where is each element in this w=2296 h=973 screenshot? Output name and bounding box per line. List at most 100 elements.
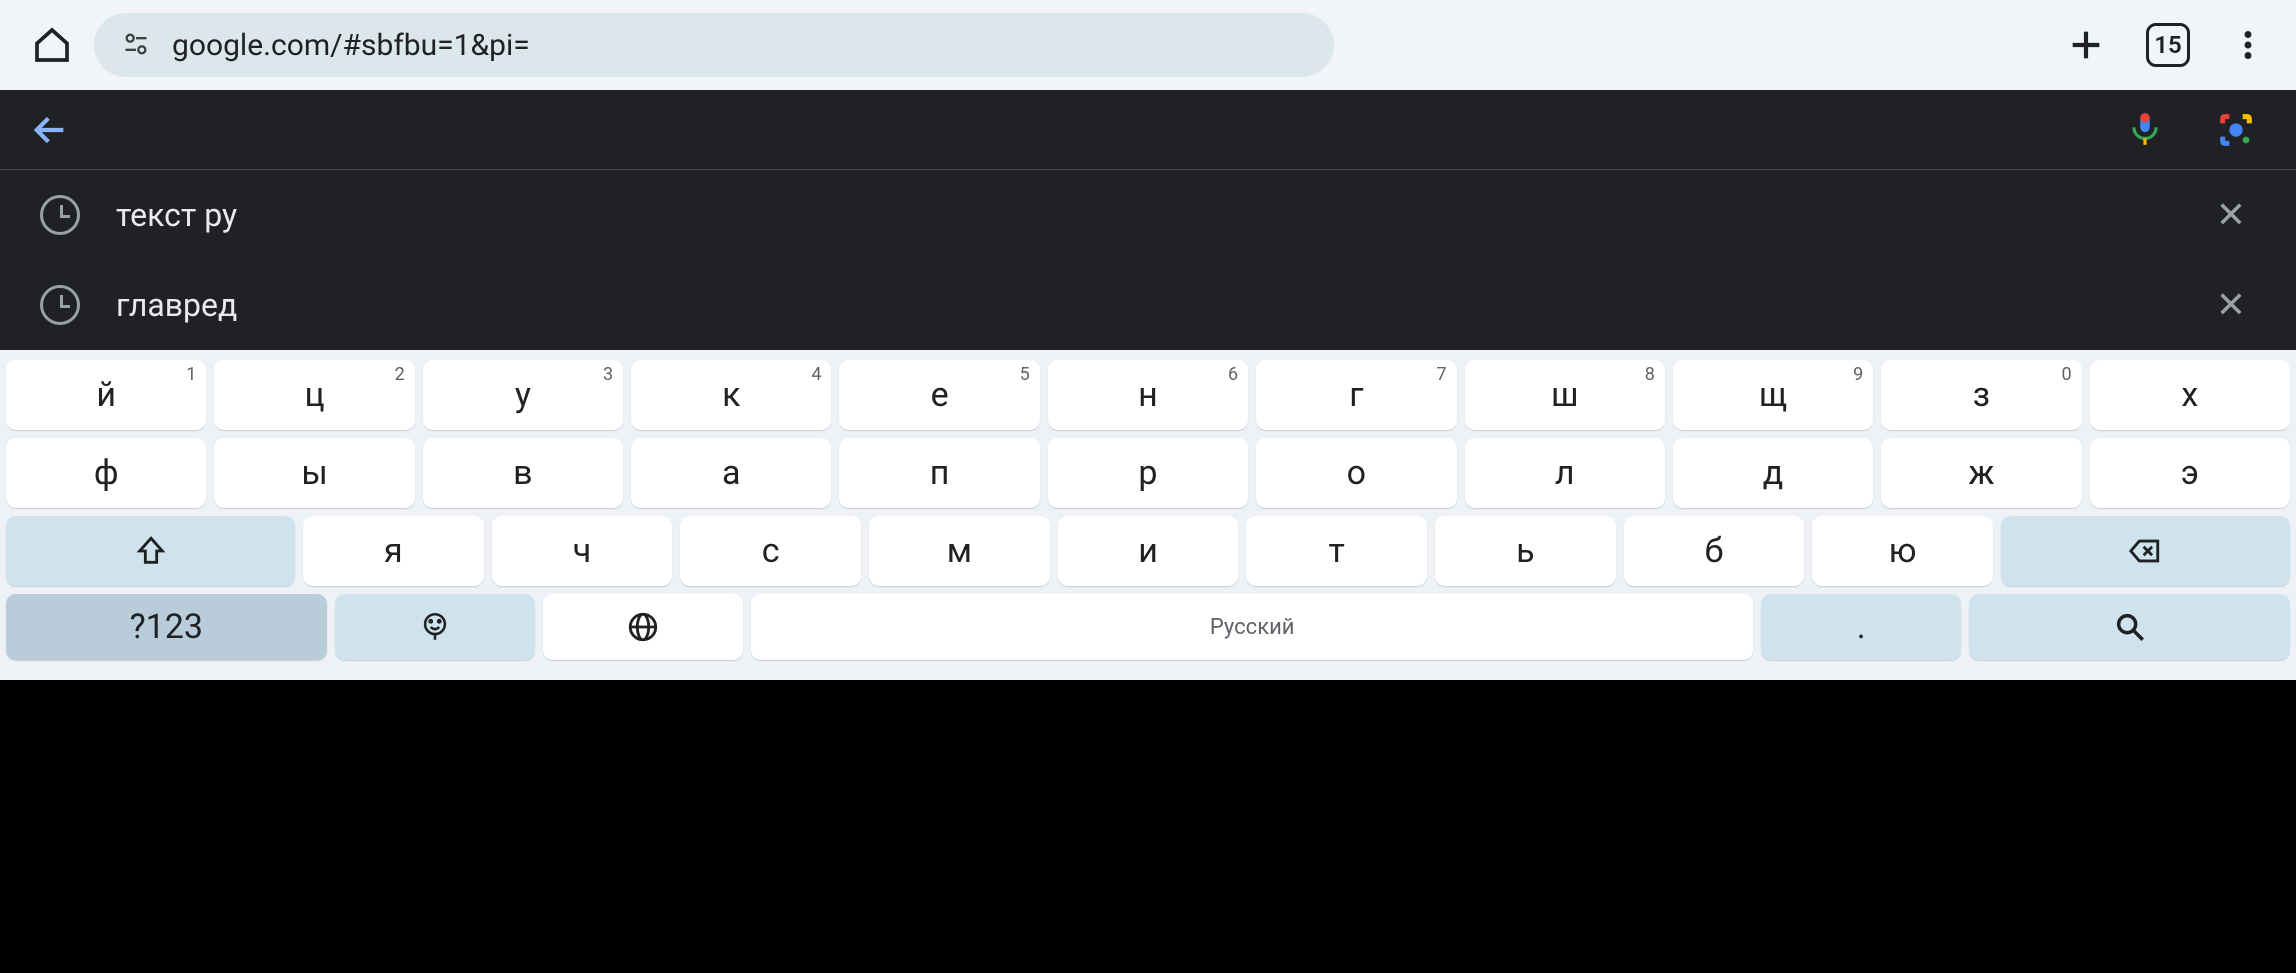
key-letter[interactable]: с: [680, 516, 861, 586]
key-superscript: 6: [1228, 364, 1238, 385]
key-main: п: [930, 453, 950, 493]
key-letter[interactable]: о: [1256, 438, 1456, 508]
tabs-count-badge[interactable]: 15: [2146, 23, 2190, 67]
key-main: и: [1138, 531, 1158, 571]
key-main: й: [96, 375, 116, 415]
remove-suggestion-icon[interactable]: ✕: [2206, 194, 2256, 236]
search-header: [0, 90, 2296, 170]
period-key[interactable]: .: [1761, 594, 1961, 660]
key-letter[interactable]: й1: [6, 360, 206, 430]
key-letter[interactable]: ы: [214, 438, 414, 508]
symbols-label: ?123: [130, 607, 203, 647]
key-letter[interactable]: е5: [839, 360, 1039, 430]
on-screen-keyboard: й1ц2у3к4е5н6г7ш8щ9з0х фывапролджэ ячсмит…: [0, 350, 2296, 680]
key-main: л: [1555, 453, 1575, 493]
key-main: в: [513, 453, 532, 493]
key-main: ю: [1889, 531, 1917, 571]
voice-search-icon[interactable]: [2126, 110, 2166, 150]
key-letter[interactable]: б: [1624, 516, 1805, 586]
suggestions-list: текст ру ✕ главред ✕: [0, 170, 2296, 350]
lens-search-icon[interactable]: [2216, 110, 2256, 150]
key-letter[interactable]: н6: [1048, 360, 1248, 430]
key-main: к: [722, 375, 740, 415]
key-superscript: 2: [395, 364, 405, 385]
symbols-key[interactable]: ?123: [6, 594, 327, 660]
key-letter[interactable]: а: [631, 438, 831, 508]
key-letter[interactable]: ш8: [1465, 360, 1665, 430]
key-letter[interactable]: ь: [1435, 516, 1616, 586]
overflow-menu-icon[interactable]: [2230, 27, 2266, 63]
key-letter[interactable]: к4: [631, 360, 831, 430]
key-letter[interactable]: т: [1246, 516, 1427, 586]
history-icon: [40, 195, 80, 235]
key-main: я: [384, 531, 403, 571]
key-superscript: 9: [1853, 364, 1863, 385]
keyboard-row-2: фывапролджэ: [6, 438, 2290, 508]
key-main: ш: [1551, 375, 1579, 415]
key-main: б: [1705, 531, 1724, 571]
suggestion-item[interactable]: главред ✕: [0, 260, 2296, 350]
key-letter[interactable]: р: [1048, 438, 1248, 508]
site-settings-icon[interactable]: [122, 30, 152, 60]
key-main: н: [1138, 375, 1158, 415]
language-switch-key[interactable]: [543, 594, 743, 660]
shift-key[interactable]: [6, 516, 295, 586]
key-letter[interactable]: ж: [1881, 438, 2081, 508]
emoji-key[interactable]: [335, 594, 535, 660]
suggestion-item[interactable]: текст ру ✕: [0, 170, 2296, 260]
suggestion-text: главред: [116, 286, 2170, 324]
period-label: .: [1857, 607, 1866, 647]
key-letter[interactable]: ф: [6, 438, 206, 508]
key-letter[interactable]: ц2: [214, 360, 414, 430]
remove-suggestion-icon[interactable]: ✕: [2206, 284, 2256, 326]
key-letter[interactable]: ч: [492, 516, 673, 586]
key-superscript: 7: [1436, 364, 1446, 385]
home-icon[interactable]: [30, 23, 74, 67]
spacebar-key[interactable]: Русский: [751, 594, 1753, 660]
key-letter[interactable]: и: [1058, 516, 1239, 586]
key-main: ь: [1516, 531, 1534, 571]
search-enter-key[interactable]: [1969, 594, 2290, 660]
key-letter[interactable]: м: [869, 516, 1050, 586]
key-letter[interactable]: ю: [1812, 516, 1993, 586]
language-label: Русский: [1210, 615, 1295, 640]
key-letter[interactable]: щ9: [1673, 360, 1873, 430]
key-letter[interactable]: г7: [1256, 360, 1456, 430]
key-superscript: 8: [1645, 364, 1655, 385]
key-main: г: [1349, 375, 1363, 415]
key-superscript: 0: [2061, 364, 2071, 385]
key-main: у: [515, 375, 531, 415]
key-letter[interactable]: в: [423, 438, 623, 508]
key-main: д: [1763, 453, 1784, 493]
key-superscript: 5: [1020, 364, 1030, 385]
key-letter[interactable]: у3: [423, 360, 623, 430]
key-letter[interactable]: л: [1465, 438, 1665, 508]
backspace-key[interactable]: [2001, 516, 2290, 586]
key-letter[interactable]: э: [2090, 438, 2290, 508]
keyboard-row-1: й1ц2у3к4е5н6г7ш8щ9з0х: [6, 360, 2290, 430]
key-main: ц: [304, 375, 324, 415]
key-main: е: [931, 375, 949, 415]
key-main: щ: [1759, 375, 1787, 415]
key-letter[interactable]: д: [1673, 438, 1873, 508]
browser-top-bar: google.com/#sbfbu=1&pi= 15: [0, 0, 2296, 90]
key-letter[interactable]: я: [303, 516, 484, 586]
key-main: т: [1328, 531, 1344, 571]
key-main: о: [1347, 453, 1366, 493]
search-actions: [2126, 110, 2266, 150]
key-superscript: 3: [603, 364, 613, 385]
url-bar[interactable]: google.com/#sbfbu=1&pi=: [94, 13, 1334, 77]
key-main: м: [947, 531, 972, 571]
key-superscript: 4: [811, 364, 821, 385]
key-letter[interactable]: х: [2090, 360, 2290, 430]
new-tab-icon[interactable]: [2066, 25, 2106, 65]
search-area: текст ру ✕ главред ✕: [0, 90, 2296, 350]
browser-actions: 15: [2066, 23, 2266, 67]
key-letter[interactable]: п: [839, 438, 1039, 508]
back-arrow-icon[interactable]: [30, 110, 70, 150]
key-main: ч: [573, 531, 592, 571]
key-letter[interactable]: з0: [1881, 360, 2081, 430]
key-main: ы: [301, 453, 327, 493]
key-main: э: [2181, 453, 2199, 493]
key-superscript: 1: [186, 364, 196, 385]
